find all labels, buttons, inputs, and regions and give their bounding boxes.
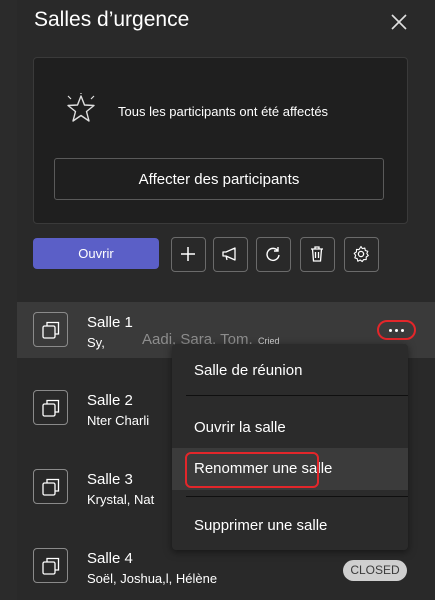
refresh-icon — [266, 247, 280, 261]
assignment-card: Tous les participants ont été affectés A… — [33, 57, 408, 224]
menu-item-rename-room[interactable]: Renommer une salle — [172, 448, 408, 490]
plus-icon — [181, 247, 195, 261]
room-icon — [33, 390, 68, 425]
menu-item-meeting-room[interactable]: Salle de réunion — [172, 350, 408, 392]
assign-participants-button[interactable]: Affecter des participants — [54, 158, 384, 200]
settings-icon — [353, 245, 369, 263]
delete-icon — [311, 246, 323, 262]
room-icon — [33, 312, 68, 347]
recreate-rooms-button[interactable] — [256, 237, 291, 272]
star-icon — [64, 92, 98, 126]
more-options-button[interactable] — [377, 320, 416, 340]
open-rooms-button[interactable]: Ouvrir — [33, 238, 159, 269]
announcement-button[interactable] — [213, 237, 248, 272]
status-badge: CLOSED — [343, 560, 407, 581]
room-members: Soël, Joshua,l, Hélène — [87, 571, 218, 586]
menu-item-label: Ouvrir la salle — [194, 419, 286, 436]
room-members: Nter Charli — [87, 413, 150, 428]
delete-rooms-button[interactable] — [300, 237, 335, 272]
close-icon[interactable] — [387, 10, 411, 34]
room-icon — [33, 548, 68, 583]
room-members: Sy, — [87, 335, 105, 350]
room-name: Salle 1 — [87, 314, 133, 331]
room-context-menu: Salle de réunion Ouvrir la salle Renomme… — [172, 344, 408, 550]
room-name: Salle 2 — [87, 392, 133, 409]
room-settings-button[interactable] — [344, 237, 379, 272]
room-name: Salle 3 — [87, 471, 133, 488]
add-room-button[interactable] — [171, 237, 206, 272]
announcement-icon — [222, 247, 236, 261]
panel-title: Salles d’urgence — [34, 8, 190, 31]
menu-divider — [186, 496, 408, 497]
assignment-message: Tous les participants ont été affectés — [118, 104, 329, 119]
menu-item-label: Salle de réunion — [194, 362, 303, 379]
menu-item-delete-room[interactable]: Supprimer une salle — [172, 505, 408, 547]
menu-item-label: Supprimer une salle — [194, 517, 328, 534]
menu-item-label: Renommer une salle — [194, 460, 333, 477]
room-icon — [33, 469, 68, 504]
room-members: Krystal, Nat — [87, 492, 155, 507]
menu-divider — [186, 395, 408, 396]
left-strip — [0, 0, 17, 600]
room-name: Salle 4 — [87, 550, 133, 567]
menu-item-open-room[interactable]: Ouvrir la salle — [172, 407, 408, 449]
